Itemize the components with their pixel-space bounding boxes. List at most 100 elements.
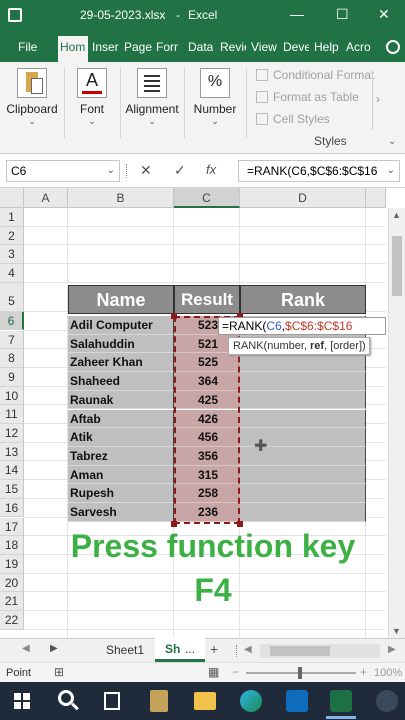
row-header-9[interactable]: 9 [0,367,24,387]
close-button[interactable]: ✕ [378,6,390,23]
cell-editor[interactable]: =RANK(C6,$C$6:$C$16 [218,317,386,335]
row-header-2[interactable]: 2 [0,226,24,246]
row-header-5[interactable]: 5 [0,282,24,312]
tab-file[interactable]: File [18,40,37,54]
tab-insert[interactable]: Inser [92,40,119,54]
clipboard-group[interactable]: Clipboard ⌄ [2,62,62,154]
conditional-formatting-button[interactable]: Conditional Format [273,68,374,82]
lightbulb-icon[interactable] [386,40,400,54]
tab-view[interactable]: View [251,40,277,54]
sheet-prev-icon[interactable]: ◀ [22,643,30,654]
header-rank[interactable]: Rank [240,285,366,314]
hscroll-right-icon[interactable]: ▶ [388,644,396,655]
row-header-15[interactable]: 15 [0,480,24,499]
column-header-c[interactable]: C [174,188,240,208]
name-cell[interactable]: Adil Computer [68,316,174,335]
column-header-a[interactable]: A [24,188,68,208]
row-header-12[interactable]: 12 [0,424,24,443]
rank-cell[interactable] [240,409,366,429]
cancel-icon[interactable]: ✕ [140,162,152,179]
rank-cell[interactable] [240,465,366,485]
tab-home[interactable]: Hom [58,36,88,62]
range-handle[interactable] [171,313,177,319]
zoom-level[interactable]: 100% [374,667,402,679]
row-header-17[interactable]: 17 [0,517,24,537]
column-header-d[interactable]: D [240,188,366,208]
row-header-13[interactable]: 13 [0,442,24,462]
tab-review[interactable]: Revie [220,40,246,54]
normal-view-icon[interactable]: ▦ [208,665,219,679]
row-header-20[interactable]: 20 [0,573,24,593]
row-header-18[interactable]: 18 [0,536,24,555]
header-result[interactable]: Result [174,285,240,314]
windows-start-icon[interactable] [14,693,30,709]
edge-browser-icon[interactable] [240,690,262,712]
hscroll-left-icon[interactable]: ◀ [244,644,252,655]
name-box[interactable]: C6 ⌄ [6,160,120,182]
name-cell[interactable]: Shaheed [68,372,174,391]
row-header-21[interactable]: 21 [0,592,24,611]
enter-icon[interactable]: ✓ [174,162,186,179]
excel-save-icon[interactable] [8,8,22,22]
ribbon-scroll-right-icon[interactable]: › [376,92,380,106]
tab-help[interactable]: Help [314,40,339,54]
format-as-table-button[interactable]: Format as Table [273,90,359,104]
rank-cell[interactable] [240,484,366,503]
row-header-7[interactable]: 7 [0,330,24,350]
name-cell[interactable]: Aman [68,465,174,485]
name-cell[interactable]: Zaheer Khan [68,353,174,373]
row-header-11[interactable]: 11 [0,405,24,424]
row-header-8[interactable]: 8 [0,349,24,368]
maximize-button[interactable]: ☐ [336,6,349,23]
name-cell[interactable]: Rupesh [68,484,174,503]
column-header-e[interactable] [366,188,386,208]
name-cell[interactable]: Raunak [68,390,174,410]
row-header-14[interactable]: 14 [0,461,24,481]
worksheet-grid[interactable]: A B C D 1 2 3 4 5 6 7 8 9 10 11 12 13 14 15 16 17 18 19 20 2… [0,188,405,638]
sheet-next-icon[interactable]: ▶ [50,643,58,654]
name-cell[interactable]: Sarvesh [68,503,174,522]
name-cell[interactable]: Tabrez [68,446,174,466]
font-group[interactable]: A Font ⌄ [66,62,118,154]
tab-page-layout[interactable]: Page [124,40,152,54]
ribbon-collapse-icon[interactable]: ⌄ [388,136,396,147]
tab-developer[interactable]: Deve [283,40,309,54]
sheet-tab-sheet1[interactable]: Sheet1 [106,643,144,657]
accessibility-icon[interactable]: ⊞ [54,665,64,679]
task-view-icon[interactable] [104,692,120,710]
name-cell[interactable]: Aftab [68,409,174,429]
tab-acrobat[interactable]: Acro [346,40,374,54]
row-header-6[interactable]: 6 [0,311,24,331]
file-explorer-icon[interactable] [194,692,216,710]
rank-cell[interactable] [240,390,366,410]
rank-cell[interactable] [240,353,366,373]
zoom-in-icon[interactable]: + [360,665,367,679]
horizontal-scrollbar[interactable] [260,644,380,658]
app-icon[interactable] [376,690,398,712]
row-header-3[interactable]: 3 [0,245,24,265]
outlook-icon[interactable] [286,690,308,712]
search-icon[interactable] [58,690,79,711]
formula-input[interactable]: =RANK(C6,$C$6:$C$16 ⌄ [238,160,400,182]
sheet-tab-active[interactable]: Sh ... [155,638,205,662]
name-cell[interactable]: Atik [68,428,174,447]
vertical-scrollbar[interactable]: ▲ ▼ [388,208,405,638]
excel-taskbar-icon[interactable] [330,690,352,712]
number-group[interactable]: % Number ⌄ [188,62,242,154]
header-name[interactable]: Name [68,285,174,314]
zoom-slider[interactable] [246,667,356,679]
select-all-corner[interactable] [0,188,24,208]
name-cell[interactable]: Salahuddin [68,334,174,354]
rank-cell[interactable] [240,372,366,391]
insert-function-icon[interactable]: fx [206,162,216,177]
row-header-22[interactable]: 22 [0,611,24,630]
tab-formulas[interactable]: Forr [156,40,178,54]
row-header-16[interactable]: 16 [0,498,24,518]
cell-styles-button[interactable]: Cell Styles [273,112,330,126]
tab-data[interactable]: Data [188,40,213,54]
column-header-b[interactable]: B [68,188,174,208]
calculator-icon[interactable] [150,690,168,712]
rank-cell[interactable] [240,503,366,522]
row-header-4[interactable]: 4 [0,264,24,283]
zoom-out-icon[interactable]: − [232,665,239,679]
